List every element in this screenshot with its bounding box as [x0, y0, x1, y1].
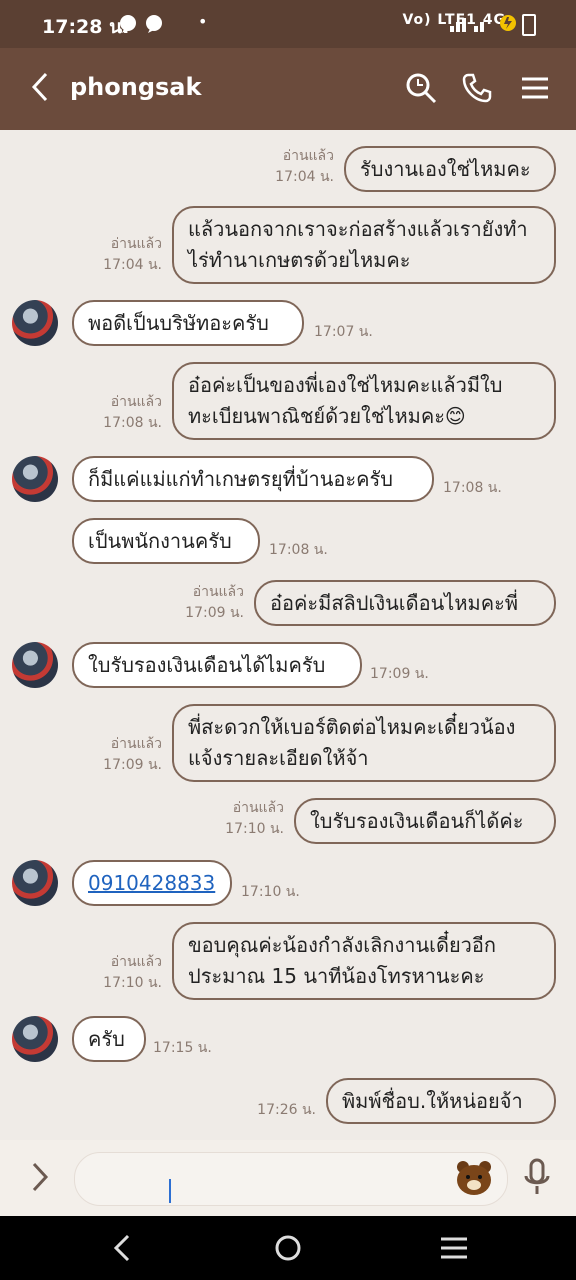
chevron-left-icon — [31, 72, 48, 102]
message-bubble-received[interactable]: ก็มีแค่แม่แก่ทำเกษตรยุที่บ้านอะครับ — [72, 456, 434, 502]
chat-messages[interactable]: อ่านแล้ว 17:04 น. รับงานเองใช่ไหมคะ อ่าน… — [0, 130, 576, 1140]
text-cursor — [169, 1179, 171, 1203]
sticker-bear-icon — [457, 1161, 491, 1195]
avatar[interactable] — [12, 860, 58, 906]
avatar[interactable] — [12, 642, 58, 688]
message-meta: อ่านแล้ว 17:10 น. — [225, 798, 284, 840]
status-time: 17:28 น. — [42, 16, 130, 38]
status-dot: • — [198, 12, 208, 31]
message-bubble-sent[interactable]: พี่สะดวกให้เบอร์ติดต่อไหมคะเดี๋ยวน้องแจ้… — [172, 704, 556, 782]
message-meta: อ่านแล้ว 17:08 น. — [103, 392, 162, 434]
message-time: 17:08 น. — [269, 542, 328, 558]
signal-icon — [450, 18, 484, 32]
message-bubble-sent[interactable]: อ๋อค่ะเป็นของพี่เองใช่ไหมคะแล้วมีใบทะเบี… — [172, 362, 556, 440]
message-meta: อ่านแล้ว 17:04 น. — [275, 146, 334, 188]
message-meta: อ่านแล้ว 17:04 น. — [103, 234, 162, 276]
message-time: 17:09 น. — [185, 605, 244, 621]
message-bubble-sent[interactable]: ใบรับรองเงินเดือนก็ได้ค่ะ — [294, 798, 556, 844]
nav-back-button[interactable] — [110, 1232, 136, 1268]
read-receipt: อ่านแล้ว — [110, 736, 162, 752]
message-time: 17:15 น. — [153, 1040, 212, 1056]
phone-icon — [462, 73, 492, 103]
message-bubble-sent[interactable]: รับงานเองใช่ไหมคะ — [344, 146, 556, 192]
menu-button[interactable] — [518, 71, 552, 105]
call-button[interactable] — [460, 71, 494, 105]
nav-home-button[interactable] — [272, 1232, 304, 1268]
message-time: 17:04 น. — [275, 169, 334, 185]
message-time: 17:10 น. — [241, 884, 300, 900]
microphone-icon — [524, 1158, 550, 1194]
status-bar: 17:28 น. • Vo) LTE1 4G — [0, 0, 576, 48]
message-input-bar — [0, 1140, 576, 1216]
chat-header: phongsak — [0, 48, 576, 130]
menu-icon — [522, 77, 548, 99]
message-time: 17:26 น. — [257, 1102, 316, 1118]
contact-name[interactable]: phongsak — [70, 73, 201, 101]
message-time: 17:08 น. — [103, 415, 162, 431]
avatar[interactable] — [12, 456, 58, 502]
message-time: 17:10 น. — [225, 821, 284, 837]
read-receipt: อ่านแล้ว — [110, 236, 162, 252]
back-button[interactable] — [28, 70, 52, 112]
read-receipt: อ่านแล้ว — [110, 394, 162, 410]
nav-recents-button[interactable] — [438, 1234, 470, 1266]
chat-notification-icon — [120, 15, 162, 33]
read-receipt: อ่านแล้ว — [192, 584, 244, 600]
message-bubble-sent[interactable]: แล้วนอกจากเราจะก่อสร้างแล้วเรายังทำไร่ทำ… — [172, 206, 556, 284]
nav-home-icon — [275, 1235, 301, 1261]
chevron-right-icon — [32, 1162, 49, 1192]
nav-recents-icon — [441, 1237, 467, 1259]
expand-button[interactable] — [28, 1160, 54, 1198]
message-input[interactable] — [74, 1152, 508, 1206]
message-bubble-received[interactable]: ใบรับรองเงินเดือนได้ไมครับ — [72, 642, 362, 688]
message-bubble-received: 0910428833 — [72, 860, 232, 906]
message-time: 17:08 น. — [443, 480, 502, 496]
message-time: 17:09 น. — [370, 666, 429, 682]
read-receipt: อ่านแล้ว — [110, 954, 162, 970]
power-saving-icon — [500, 15, 516, 31]
nav-back-icon — [113, 1234, 130, 1262]
read-receipt: อ่านแล้ว — [232, 800, 284, 816]
message-time: 17:04 น. — [103, 257, 162, 273]
message-meta: อ่านแล้ว 17:09 น. — [103, 734, 162, 776]
battery-icon — [522, 14, 536, 36]
search-button[interactable] — [404, 71, 438, 105]
search-icon — [406, 73, 437, 104]
notification-icons — [118, 13, 178, 37]
read-receipt: อ่านแล้ว — [282, 148, 334, 164]
message-time: 17:09 น. — [103, 757, 162, 773]
message-meta: อ่านแล้ว 17:09 น. — [185, 582, 244, 624]
message-bubble-sent[interactable]: ขอบคุณค่ะน้องกำลังเลิกงานเดี๋ยวอีกประมาณ… — [172, 922, 556, 1000]
avatar[interactable] — [12, 1016, 58, 1062]
avatar[interactable] — [12, 300, 58, 346]
message-bubble-sent[interactable]: พิมพ์ชื่อบ.ให้หน่อยจ้า — [326, 1078, 556, 1124]
voice-input-button[interactable] — [522, 1158, 552, 1202]
message-bubble-received[interactable]: ครับ — [72, 1016, 146, 1062]
message-bubble-received[interactable]: เป็นพนักงานครับ — [72, 518, 260, 564]
message-meta: อ่านแล้ว 17:10 น. — [103, 952, 162, 994]
system-navigation-bar — [0, 1216, 576, 1280]
message-time: 17:07 น. — [314, 324, 373, 340]
message-time: 17:10 น. — [103, 975, 162, 991]
message-bubble-sent[interactable]: อ๋อค่ะมีสลิปเงินเดือนไหมคะพี่ — [254, 580, 556, 626]
sticker-button[interactable] — [455, 1160, 493, 1200]
phone-number-link[interactable]: 0910428833 — [88, 871, 215, 895]
message-bubble-received[interactable]: พอดีเป็นบริษัทอะครับ — [72, 300, 304, 346]
